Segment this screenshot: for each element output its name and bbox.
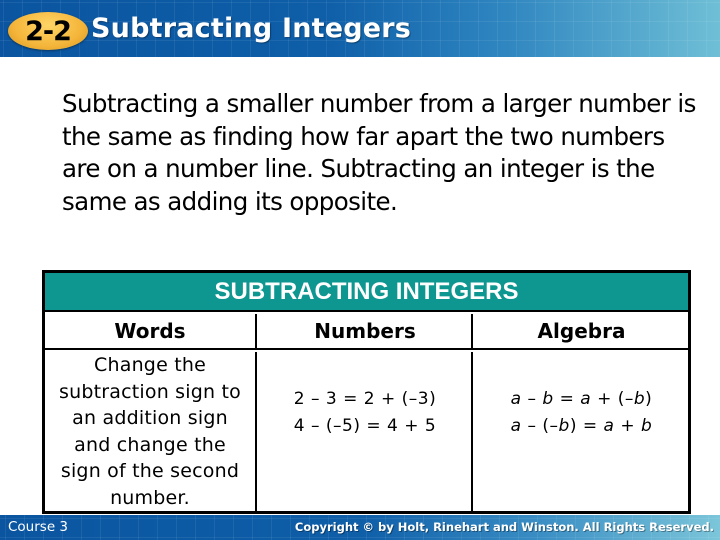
algebra-rule-1: a – b = a + (–b) <box>511 386 653 413</box>
numbers-cell: 2 – 3 = 2 + (–3) 4 – (–5) = 4 + 5 <box>259 352 473 511</box>
algebra-variable: b <box>633 388 646 409</box>
algebra-operator: + <box>614 415 642 436</box>
algebra-variable: a <box>580 388 592 409</box>
table-title: SUBTRACTING INTEGERS <box>45 273 688 312</box>
footer-bar: Course 3 Copyright © by Holt, Rinehart a… <box>0 515 720 540</box>
algebra-variable: b <box>558 415 570 436</box>
algebra-variable: a <box>603 415 615 436</box>
algebra-operator: – <box>521 388 543 409</box>
algebra-variable: b <box>641 415 653 436</box>
algebra-variable: b <box>542 388 554 409</box>
algebra-operator: = <box>553 388 581 409</box>
table-header-row: Words Numbers Algebra <box>45 314 688 350</box>
subtracting-integers-table: SUBTRACTING INTEGERS Words Numbers Algeb… <box>42 270 691 514</box>
algebra-variable: a <box>510 415 522 436</box>
algebra-operator: ) = <box>569 415 604 436</box>
header-banner: 2-2 Subtracting Integers <box>0 0 720 57</box>
numbers-example-2: 4 – (–5) = 4 + 5 <box>293 415 437 436</box>
lesson-number-badge: 2-2 <box>8 12 88 50</box>
page-title: Subtracting Integers <box>91 13 412 44</box>
intro-paragraph: Subtracting a smaller number from a larg… <box>62 89 696 216</box>
column-header-algebra: Algebra <box>537 319 626 343</box>
algebra-operator: ) <box>645 388 653 409</box>
words-cell: Change the subtraction sign to an additi… <box>45 352 257 511</box>
numbers-example-1: 2 – 3 = 2 + (–3) <box>293 388 437 409</box>
algebra-operator: + (– <box>591 388 634 409</box>
algebra-operator: – (– <box>521 415 559 436</box>
algebra-cell: a – b = a + (–b) a – (–b) = a + b <box>475 352 688 511</box>
table-row: Change the subtraction sign to an additi… <box>45 352 688 511</box>
algebra-variable: a <box>510 388 522 409</box>
column-header-words: Words <box>45 314 257 348</box>
algebra-rule-2: a – (–b) = a + b <box>511 413 653 440</box>
course-label: Course 3 <box>8 519 69 535</box>
column-header-numbers: Numbers <box>259 314 473 348</box>
copyright-notice: Copyright © by Holt, Rinehart and Winsto… <box>294 520 714 534</box>
